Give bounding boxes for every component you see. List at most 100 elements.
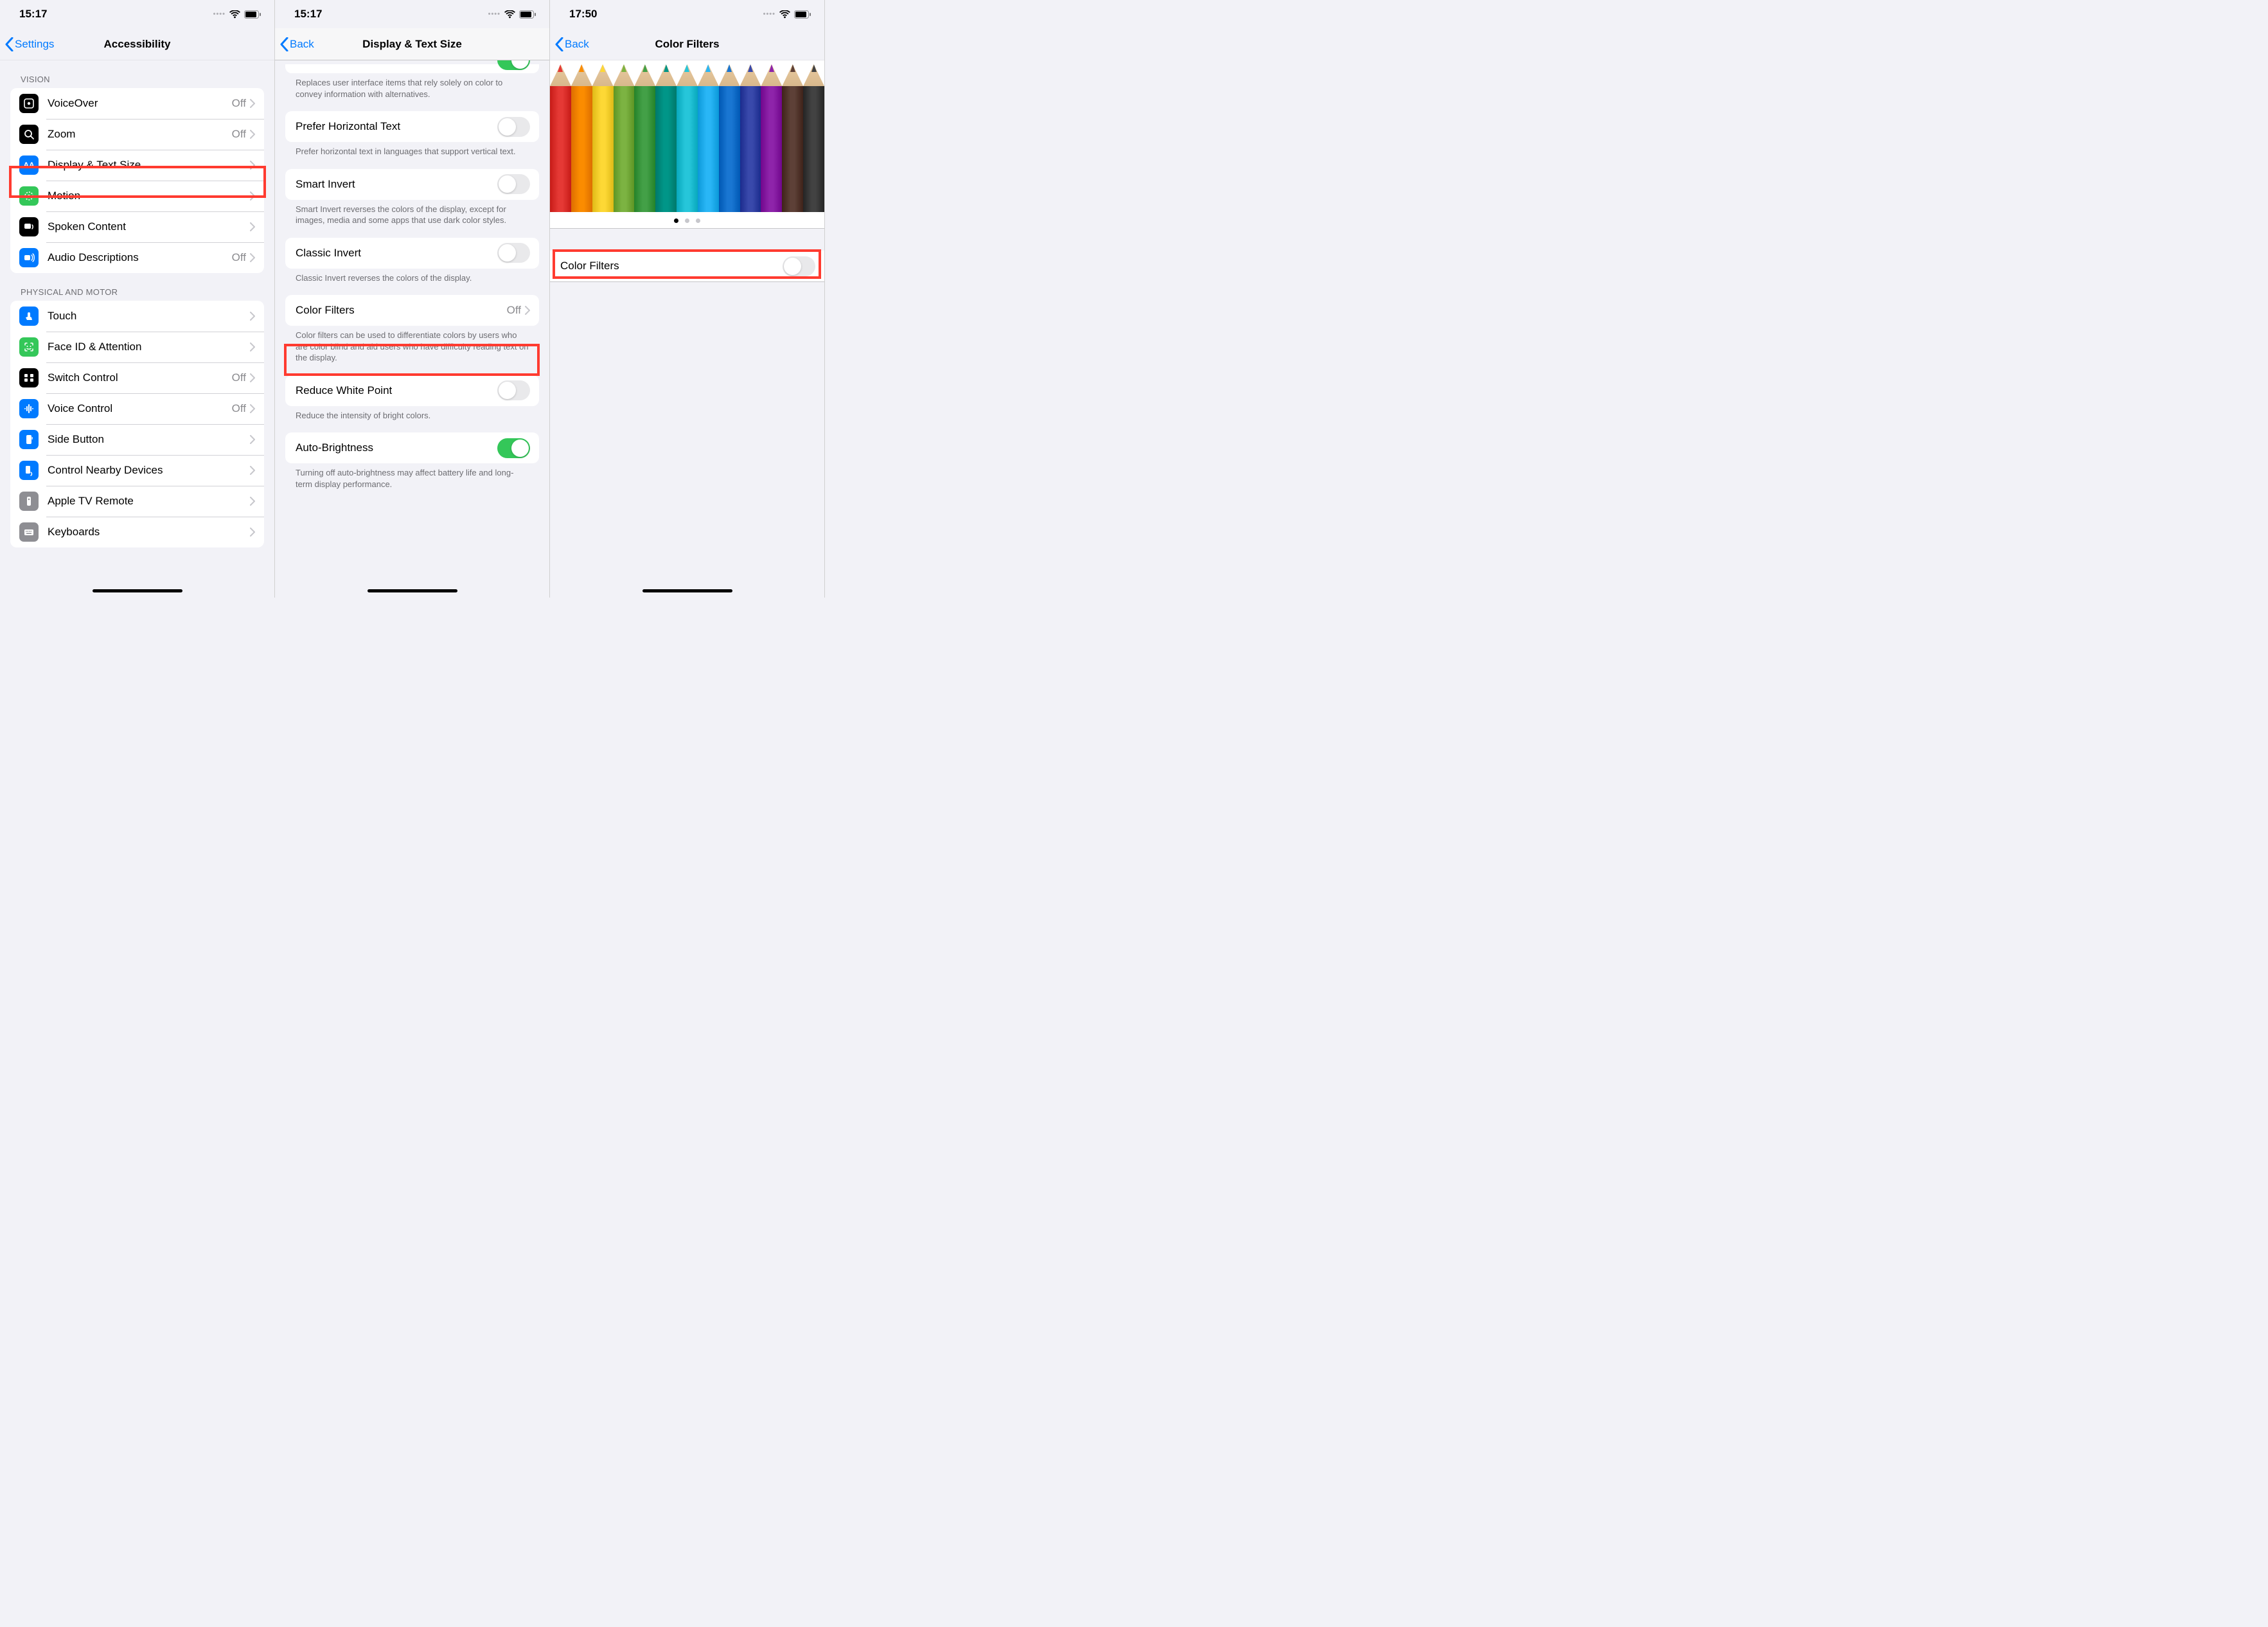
row-face-id[interactable]: Face ID & Attention: [10, 332, 264, 362]
toggle-color-filters[interactable]: [783, 256, 815, 276]
row-side-button[interactable]: Side Button: [10, 424, 264, 455]
pencil: [740, 64, 761, 212]
toggle-smart-invert[interactable]: [497, 174, 530, 194]
group-reduce-white: Reduce White Point: [285, 375, 539, 406]
display-text-size-screen: 15:17 •••• Back Display & Text Size Repl…: [275, 0, 550, 598]
row-keyboards[interactable]: Keyboards: [10, 517, 264, 547]
apple-tv-remote-icon: [19, 492, 39, 511]
home-indicator[interactable]: [93, 589, 182, 592]
status-time: 15:17: [19, 8, 47, 21]
toggle-classic-invert[interactable]: [497, 243, 530, 263]
home-indicator[interactable]: [368, 589, 457, 592]
toggle-prefer-horizontal[interactable]: [497, 117, 530, 137]
vision-group: VoiceOver Off Zoom Off AA Display & Text…: [10, 88, 264, 273]
status-bar: 17:50 ••••: [550, 0, 824, 28]
row-touch[interactable]: Touch: [10, 301, 264, 332]
pencil: [634, 64, 655, 212]
spoken-content-icon: [19, 217, 39, 236]
pencil: [677, 64, 698, 212]
page-title: Display & Text Size: [275, 38, 549, 51]
row-switch-control[interactable]: Switch Control Off: [10, 362, 264, 393]
group-smart-invert: Smart Invert: [285, 169, 539, 200]
row-value: Off: [232, 97, 246, 110]
row-motion[interactable]: Motion: [10, 181, 264, 211]
color-filters-screen: 17:50 •••• Back Color Filters Color Filt…: [550, 0, 825, 598]
back-button[interactable]: Back: [550, 37, 589, 51]
row-label: Apple TV Remote: [48, 495, 250, 508]
content-scroll[interactable]: Color Filters: [550, 60, 824, 598]
group-color-filters: Color Filters Off: [285, 295, 539, 326]
page-dot-3[interactable]: [696, 218, 700, 223]
cellular-dots-icon: ••••: [213, 10, 226, 18]
nav-bar: Back Color Filters: [550, 28, 824, 60]
section-header-physical: PHYSICAL AND MOTOR: [0, 273, 274, 301]
chevron-right-icon: [250, 253, 255, 262]
row-label: Prefer Horizontal Text: [296, 120, 497, 133]
toggle-differentiate[interactable]: [497, 60, 530, 70]
clipped-row-differentiate[interactable]: [285, 64, 539, 73]
row-classic-invert[interactable]: Classic Invert: [285, 238, 539, 269]
chevron-left-icon: [280, 37, 288, 51]
chevron-right-icon: [250, 435, 255, 444]
pencil-preview-carousel[interactable]: [550, 64, 824, 212]
toggle-auto-brightness[interactable]: [497, 438, 530, 458]
row-label: Color Filters: [560, 260, 783, 272]
wifi-icon: [229, 10, 240, 19]
row-zoom[interactable]: Zoom Off: [10, 119, 264, 150]
audio-descriptions-icon: [19, 248, 39, 267]
toggle-reduce-white[interactable]: [497, 380, 530, 400]
row-voice-control[interactable]: Voice Control Off: [10, 393, 264, 424]
chevron-right-icon: [250, 191, 255, 200]
content-scroll[interactable]: Replaces user interface items that rely …: [275, 60, 549, 598]
row-display-text-size[interactable]: AA Display & Text Size: [10, 150, 264, 181]
back-label: Settings: [15, 38, 54, 51]
chevron-right-icon: [250, 528, 255, 537]
row-label: Touch: [48, 310, 250, 323]
face-id-icon: [19, 337, 39, 357]
row-color-filters-toggle[interactable]: Color Filters: [550, 251, 824, 281]
row-smart-invert[interactable]: Smart Invert: [285, 169, 539, 200]
pencil: [761, 64, 782, 212]
page-title: Color Filters: [550, 38, 824, 51]
row-label: VoiceOver: [48, 97, 232, 110]
row-label: Control Nearby Devices: [48, 464, 250, 477]
back-button[interactable]: Settings: [0, 37, 54, 51]
footer-differentiate: Replaces user interface items that rely …: [275, 73, 549, 100]
row-color-filters[interactable]: Color Filters Off: [285, 295, 539, 326]
chevron-right-icon: [250, 312, 255, 321]
content-scroll[interactable]: VISION VoiceOver Off Zoom Off AA Display…: [0, 60, 274, 598]
section-header-vision: VISION: [0, 60, 274, 88]
row-label: Keyboards: [48, 526, 250, 538]
row-reduce-white-point[interactable]: Reduce White Point: [285, 375, 539, 406]
row-value: Off: [232, 402, 246, 415]
nav-bar: Settings Accessibility: [0, 28, 274, 60]
pencil: [719, 64, 740, 212]
nav-bar: Back Display & Text Size: [275, 28, 549, 60]
row-audio-descriptions[interactable]: Audio Descriptions Off: [10, 242, 264, 273]
page-dot-2[interactable]: [685, 218, 689, 223]
row-label: Switch Control: [48, 371, 232, 384]
status-time: 17:50: [569, 8, 597, 21]
back-button[interactable]: Back: [275, 37, 314, 51]
status-time: 15:17: [294, 8, 322, 21]
row-spoken-content[interactable]: Spoken Content: [10, 211, 264, 242]
pencil: [655, 64, 677, 212]
touch-icon: [19, 307, 39, 326]
page-indicator[interactable]: [550, 212, 824, 228]
pencil: [550, 64, 571, 212]
voice-control-icon: [19, 399, 39, 418]
row-apple-tv-remote[interactable]: Apple TV Remote: [10, 486, 264, 517]
row-prefer-horizontal-text[interactable]: Prefer Horizontal Text: [285, 111, 539, 142]
home-indicator[interactable]: [642, 589, 732, 592]
physical-group: Touch Face ID & Attention Switch Control…: [10, 301, 264, 547]
text-size-icon: AA: [19, 156, 39, 175]
nearby-devices-icon: [19, 461, 39, 480]
row-auto-brightness[interactable]: Auto-Brightness: [285, 432, 539, 463]
row-voiceover[interactable]: VoiceOver Off: [10, 88, 264, 119]
row-label: Side Button: [48, 433, 250, 446]
page-dot-1[interactable]: [674, 218, 678, 223]
switch-control-icon: [19, 368, 39, 387]
group-auto-brightness: Auto-Brightness: [285, 432, 539, 463]
row-control-nearby[interactable]: Control Nearby Devices: [10, 455, 264, 486]
row-label: Auto-Brightness: [296, 441, 497, 454]
